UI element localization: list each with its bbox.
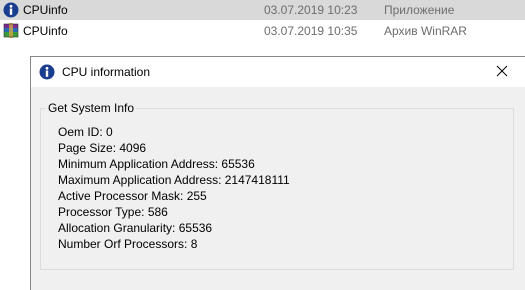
active-processor-mask-line: Active Processor Mask: 255 [58,189,207,203]
close-button[interactable] [479,57,525,87]
cpu-information-dialog: CPU information Get System Info Oem ID: … [30,56,525,290]
close-icon [496,65,508,80]
number-of-processors-line: Number Orf Processors: 8 [58,237,198,251]
allocation-granularity-line: Allocation Granularity: 65536 [58,221,213,235]
file-name: CPUinfo [23,3,68,17]
file-type: Архив WinRAR [384,24,467,38]
winrar-archive-icon [3,23,19,39]
file-row-cpuinfo-exe[interactable]: CPUinfo 03.07.2019 10:23 Приложение [0,0,525,20]
page-size-line: Page Size: 4096 [58,141,147,155]
dialog-titlebar[interactable]: CPU information [31,57,525,87]
info-app-icon [3,2,19,18]
min-app-address-line: Minimum Application Address: 65536 [58,157,255,171]
group-title: Get System Info [46,101,137,115]
file-date: 03.07.2019 10:23 [264,3,358,17]
file-date: 03.07.2019 10:35 [264,24,358,38]
oem-id-line: Oem ID: 0 [58,125,113,139]
file-row-cpuinfo-rar[interactable]: CPUinfo 03.07.2019 10:35 Архив WinRAR [0,21,525,41]
file-type: Приложение [384,3,455,17]
system-info-list: Oem ID: 0 Page Size: 4096 Minimum Applic… [58,124,290,252]
dialog-title: CPU information [62,65,151,79]
file-name: CPUinfo [23,24,68,38]
processor-type-line: Processor Type: 586 [58,205,168,219]
system-info-group: Get System Info Oem ID: 0 Page Size: 409… [40,101,514,270]
info-icon [39,64,55,80]
max-app-address-line: Maximum Application Address: 2147418111 [58,173,290,187]
